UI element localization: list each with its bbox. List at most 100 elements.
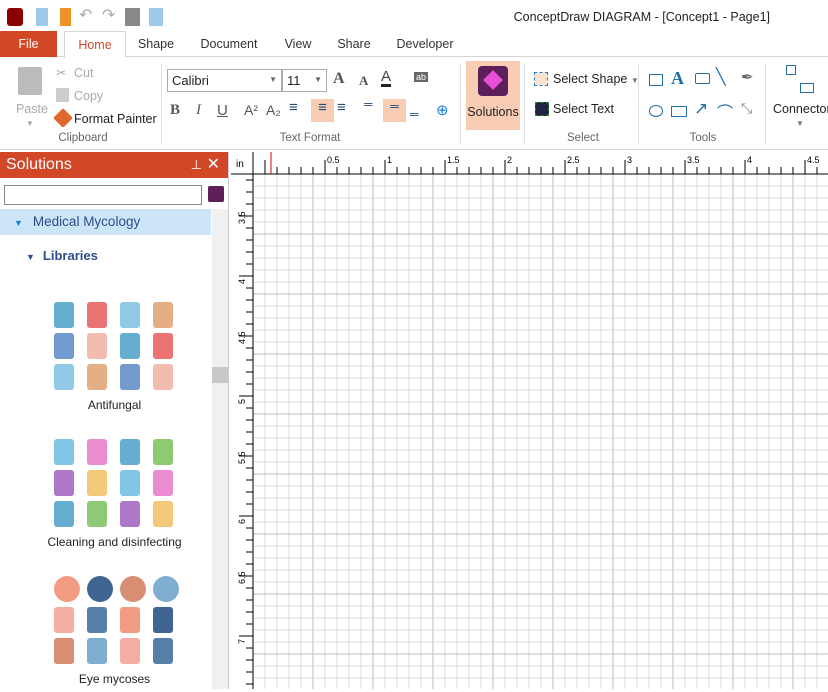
expand-icon: ▼	[26, 252, 35, 262]
align-bottom-button[interactable]: ═	[410, 107, 419, 121]
text-tool-icon[interactable]: A	[671, 68, 684, 89]
ellipse-tool-icon[interactable]	[649, 105, 663, 117]
library-shape-icon	[153, 501, 173, 527]
select-text-button[interactable]: Select Text	[553, 102, 614, 116]
align-center-button[interactable]: ≡	[311, 99, 334, 122]
tab-file[interactable]: File	[0, 31, 57, 57]
library-shape-icon	[153, 607, 173, 633]
bezier-tool-icon[interactable]: ⤡	[741, 100, 752, 117]
library-label: Eye mycoses	[78, 672, 151, 686]
line-tool-icon[interactable]: ╲	[716, 67, 726, 87]
subscript-button[interactable]: A₂	[266, 102, 281, 118]
library-shape-icon	[54, 333, 74, 359]
callout-tool-icon[interactable]	[695, 73, 710, 84]
cut-button[interactable]: Cut	[74, 66, 93, 80]
tab-view[interactable]: View	[280, 31, 316, 57]
left-ruler-label: 3.5	[237, 211, 247, 224]
highlight-icon[interactable]: ab	[414, 72, 429, 82]
font-family-select[interactable]: Calibri ▼	[167, 69, 282, 92]
library-shape-icon	[120, 638, 140, 664]
grow-font-icon[interactable]: A	[333, 70, 345, 88]
solutions-label: Solutions	[467, 105, 519, 119]
font-color-icon[interactable]: A	[381, 69, 392, 87]
panel-title: Solutions	[6, 156, 72, 173]
library-shape-icon	[87, 607, 107, 633]
font-size-select[interactable]: 11 ▼	[282, 69, 327, 92]
library-shape-icon	[153, 364, 173, 390]
arrow-tool-icon[interactable]: ↗	[694, 99, 708, 119]
top-ruler-label: 3	[627, 155, 632, 165]
libraries-header[interactable]: ▼ Libraries	[26, 248, 98, 263]
arc-tool-icon[interactable]: ⌒	[717, 99, 733, 123]
library-thumbnail[interactable]	[50, 300, 186, 392]
rectangle-tool-icon[interactable]	[649, 74, 663, 86]
align-right-button[interactable]: ≡	[337, 99, 346, 116]
select-shape-button[interactable]: Select Shape ▼	[553, 72, 639, 86]
connector-icon	[786, 65, 814, 93]
library-shape-icon	[54, 607, 74, 633]
libraries-label: Libraries	[42, 248, 98, 263]
bold-button[interactable]: B	[170, 102, 180, 119]
align-top-button[interactable]: ═	[364, 97, 373, 111]
top-ruler-label: 1.5	[447, 155, 460, 165]
panel-scrollbar[interactable]	[212, 209, 228, 689]
group-label-clipboard: Clipboard	[58, 132, 108, 144]
ribbon: Paste ▼ ✂ Cut Copy Format Painter Clipbo…	[0, 57, 828, 150]
group-label-text-format: Text Format	[279, 132, 341, 144]
underline-button[interactable]: U	[217, 102, 228, 119]
top-ruler-label: 2.5	[567, 155, 580, 165]
italic-button[interactable]: I	[196, 102, 201, 119]
top-ruler-label: 4.5	[807, 155, 820, 165]
paste-button[interactable]: Paste	[16, 102, 48, 116]
format-painter-icon	[53, 108, 73, 128]
ribbon-tabs: File Home Shape Document View Share Deve…	[0, 31, 828, 58]
solutions-panel: Solutions ⊥ ✕ ▼ Medical Mycology ▼ Librari…	[0, 152, 229, 689]
tab-developer[interactable]: Developer	[392, 31, 458, 57]
tab-home[interactable]: Home	[64, 31, 126, 58]
superscript-button[interactable]: A²	[244, 102, 258, 118]
divider	[524, 63, 525, 145]
solution-label: Medical Mycology	[32, 214, 141, 229]
left-ruler-label: 6	[237, 519, 247, 524]
left-ruler-label: 5.5	[237, 451, 247, 464]
left-ruler-label: 5	[237, 399, 247, 404]
group-label-select: Select	[567, 132, 599, 144]
text-box-tool-icon[interactable]	[671, 106, 687, 117]
library-shape-icon	[120, 576, 146, 602]
format-painter-button[interactable]: Format Painter	[74, 112, 157, 126]
tab-shape[interactable]: Shape	[132, 31, 180, 57]
library-shape-icon	[54, 470, 74, 496]
close-icon[interactable]: ✕	[207, 152, 220, 178]
drawing-canvas[interactable]: in0.511.522.533.544.553.544.555.566.57	[231, 152, 828, 689]
solutions-button[interactable]: Solutions	[466, 61, 520, 130]
text-autofit-icon[interactable]: ⊕	[436, 101, 449, 119]
tab-share[interactable]: Share	[333, 31, 375, 57]
panel-header: Solutions ⊥ ✕	[0, 152, 228, 178]
shrink-font-icon[interactable]: A	[359, 73, 368, 89]
scrollbar-thumb[interactable]	[212, 367, 228, 383]
font-family-value: Calibri	[172, 73, 209, 88]
top-ruler-label: 4	[747, 155, 752, 165]
top-ruler-label: 1	[387, 155, 392, 165]
library-thumbnail[interactable]	[50, 437, 186, 529]
tab-document[interactable]: Document	[194, 31, 264, 57]
library-label: Antifungal	[87, 398, 142, 412]
align-middle-button[interactable]: ═	[383, 99, 406, 122]
copy-button[interactable]: Copy	[74, 89, 103, 103]
library-shape-icon	[54, 576, 80, 602]
solutions-search-input[interactable]	[4, 185, 202, 205]
connector-dropdown-icon[interactable]: ▼	[796, 119, 804, 128]
paste-icon[interactable]	[18, 67, 42, 95]
top-ruler-label: 3.5	[687, 155, 700, 165]
solution-item-medical-mycology[interactable]: ▼ Medical Mycology	[0, 209, 211, 235]
library-thumbnail[interactable]	[50, 574, 186, 666]
library-shape-icon	[120, 302, 140, 328]
top-ruler-label: 0.5	[327, 155, 340, 165]
align-left-button[interactable]: ≡	[289, 99, 298, 116]
paste-dropdown-icon[interactable]: ▼	[26, 119, 34, 128]
select-shape-icon	[534, 72, 548, 86]
pin-icon[interactable]: ⊥	[191, 152, 202, 178]
search-icon[interactable]	[208, 186, 224, 202]
connector-button[interactable]: Connector	[773, 102, 828, 116]
pen-tool-icon[interactable]: ✒	[741, 68, 754, 86]
